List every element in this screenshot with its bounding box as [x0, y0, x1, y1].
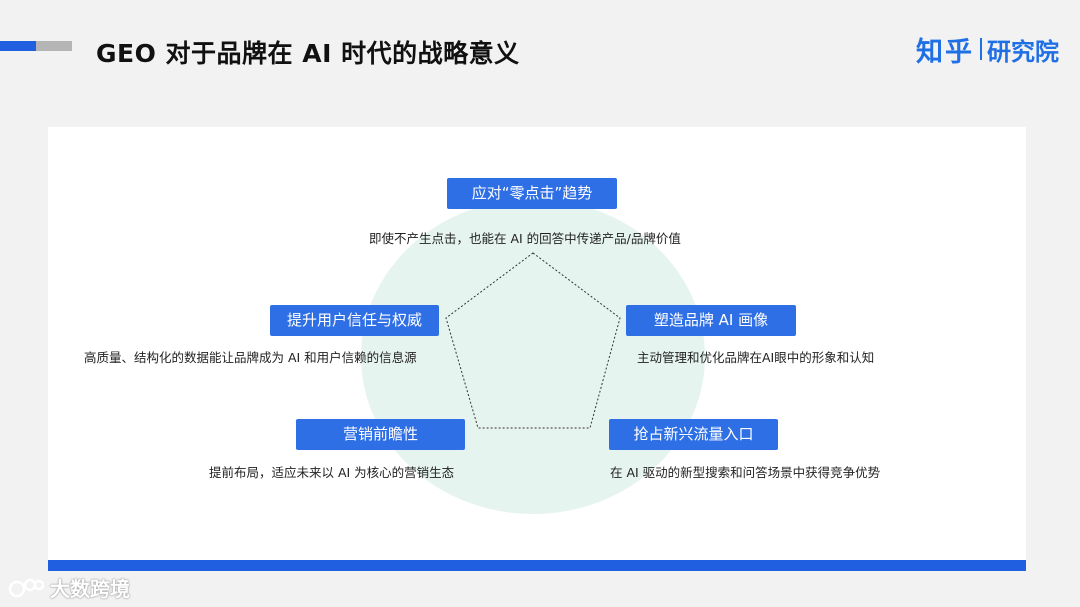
- node-label-brand-ai-image: 塑造品牌 AI 画像: [626, 305, 796, 336]
- node-desc-traffic-entry: 在 AI 驱动的新型搜索和问答场景中获得竞争优势: [610, 465, 881, 480]
- node-label-marketing-foresight: 营销前瞻性: [296, 419, 465, 450]
- node-desc-user-trust: 高质量、结构化的数据能让品牌成为 AI 和用户信赖的信息源: [84, 350, 417, 365]
- node-label-user-trust: 提升用户信任与权威: [270, 305, 439, 336]
- node-desc-brand-ai-image: 主动管理和优化品牌在AI眼中的形象和认知: [637, 350, 875, 365]
- watermark-text: 大数跨境: [50, 577, 130, 601]
- node-label-zero-click: 应对“零点击”趋势: [447, 178, 617, 209]
- pentagon-outline: [445, 252, 621, 429]
- dashuju-logo-icon: [8, 578, 44, 597]
- node-desc-marketing-foresight: 提前布局，适应未来以 AI 为核心的营销生态: [209, 465, 455, 480]
- pentagon-diagram: [445, 252, 621, 429]
- watermark: 大数跨境: [8, 573, 130, 602]
- node-label-traffic-entry: 抢占新兴流量入口: [609, 419, 778, 450]
- node-desc-zero-click: 即使不产生点击，也能在 AI 的回答中传递产品/品牌价值: [369, 231, 681, 246]
